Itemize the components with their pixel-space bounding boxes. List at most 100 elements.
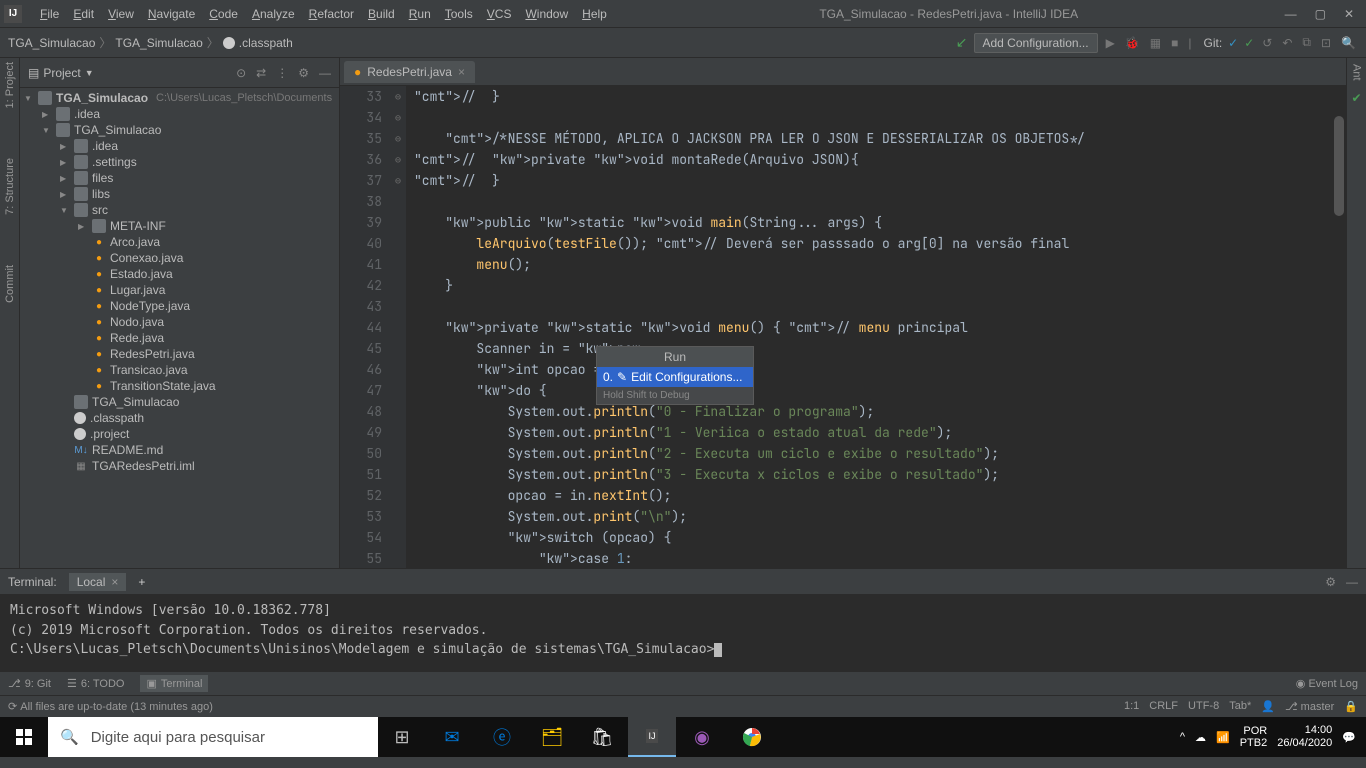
code-content[interactable]: "cmt">// } "cmt">/*NESSE MÉTODO, APLICA … [406,86,1366,568]
mail-icon[interactable]: ✉ [428,717,476,757]
run-popup-edit-config[interactable]: 0. ✎ Edit Configurations... [597,367,753,387]
stop-icon[interactable]: ■ [1169,36,1180,50]
menu-view[interactable]: View [102,5,140,23]
coverage-icon[interactable]: ▦ [1148,36,1163,50]
run-icon[interactable]: ▶ [1104,36,1117,50]
hide-icon[interactable]: — [319,66,331,80]
find-icon[interactable]: 🔍 [1339,36,1358,50]
vcs-revert-icon[interactable]: ↶ [1280,36,1294,50]
menu-window[interactable]: Window [519,5,574,23]
hide-icon[interactable]: — [1346,575,1358,589]
vcs-update-icon[interactable]: ✓ [1228,36,1238,50]
tree-row[interactable]: TGA_Simulacao [20,394,339,410]
search-icon[interactable]: ⊡ [1319,36,1333,50]
tree-row[interactable]: Arco.java [20,234,339,250]
taskbar-search[interactable]: 🔍 Digite aqui para pesquisar [48,717,378,757]
tool-todo[interactable]: ☰ 6: TODO [67,677,124,690]
explorer-icon[interactable]: 🗂 [528,717,576,757]
code-area[interactable]: 3334353637383940414243444546474849505152… [340,86,1366,568]
menu-analyze[interactable]: Analyze [246,5,301,23]
maximize-icon[interactable]: ▢ [1315,7,1326,21]
network-icon[interactable]: 📶 [1216,731,1230,744]
editor-tab[interactable]: ● RedesPetri.java × [344,61,475,83]
tree-row[interactable]: TransitionState.java [20,378,339,394]
edge-icon[interactable]: ⓔ [478,717,526,757]
tree-row[interactable]: ▶.settings [20,154,339,170]
lang-indicator[interactable]: PORPTB2 [1240,725,1268,749]
git-branch[interactable]: ⎇ master [1285,700,1334,713]
tree-row[interactable]: Lugar.java [20,282,339,298]
tree-row[interactable]: ▦TGARedesPetri.iml [20,458,339,474]
terminal-tab[interactable]: Local× [69,573,127,591]
tree-row[interactable]: ▶META-INF [20,218,339,234]
tool-commit[interactable]: Commit [4,265,16,303]
tray-chevron-icon[interactable]: ^ [1180,731,1185,743]
app-icon[interactable]: ◉ [678,717,726,757]
project-tree[interactable]: ▼ TGA_Simulacao C:\Users\Lucas_Pletsch\D… [20,88,339,568]
collapse-icon[interactable]: ⋮ [276,66,288,80]
terminal-body[interactable]: Microsoft Windows [versão 10.0.18362.778… [0,595,1366,671]
tree-row[interactable]: ▶.idea [20,138,339,154]
vcs-history-icon[interactable]: ↺ [1260,36,1274,50]
breadcrumb-item[interactable]: TGA_Simulacao [8,36,95,50]
lock-icon[interactable]: 🔒 [1344,700,1358,713]
menu-code[interactable]: Code [203,5,244,23]
task-view-icon[interactable]: ⊞ [378,717,426,757]
tab-close-icon[interactable]: × [111,575,118,589]
indent[interactable]: Tab* [1229,700,1251,713]
encoding[interactable]: UTF-8 [1188,700,1219,713]
event-log-button[interactable]: ◉ Event Log [1296,677,1358,690]
chrome-icon[interactable] [728,717,776,757]
menu-vcs[interactable]: VCS [481,5,518,23]
menu-edit[interactable]: Edit [67,5,100,23]
tool-terminal[interactable]: ▣ Terminal [140,675,208,692]
menu-refactor[interactable]: Refactor [303,5,360,23]
tree-row[interactable]: Nodo.java [20,314,339,330]
breadcrumb-item[interactable]: TGA_Simulacao [115,36,202,50]
tool-structure[interactable]: 7: Structure [4,158,16,215]
tree-row[interactable]: ▶files [20,170,339,186]
notifications-icon[interactable]: 💬 [1342,731,1356,744]
vcs-commit-icon[interactable]: ✓ [1244,36,1254,50]
tree-row[interactable]: Transicao.java [20,362,339,378]
tree-row[interactable]: NodeType.java [20,298,339,314]
locate-icon[interactable]: ⊙ [236,66,246,80]
build-icon[interactable]: ↙ [956,34,968,51]
tree-row[interactable]: RedesPetri.java [20,346,339,362]
tool-ant[interactable]: Ant [1351,64,1363,81]
tool-git[interactable]: ⎇ 9: Git [8,677,51,690]
tool-project[interactable]: 1: Project [4,62,16,108]
tree-row[interactable]: ▼TGA_Simulacao [20,122,339,138]
onedrive-icon[interactable]: ☁ [1195,731,1206,744]
vcs-diff-icon[interactable]: ⧉ [1300,35,1313,50]
menu-run[interactable]: Run [403,5,437,23]
menu-file[interactable]: File [34,5,65,23]
menu-help[interactable]: Help [576,5,613,23]
debug-icon[interactable]: 🐞 [1123,36,1142,50]
inspections-icon[interactable]: 👤 [1261,700,1275,713]
gear-icon[interactable]: ⚙ [298,66,309,80]
tree-row[interactable]: .classpath [20,410,339,426]
line-separator[interactable]: CRLF [1149,700,1178,713]
tree-row[interactable]: Conexao.java [20,250,339,266]
store-icon[interactable]: 🛍 [578,717,626,757]
breadcrumb-item[interactable]: .classpath [223,36,293,50]
tree-row[interactable]: Rede.java [20,330,339,346]
tree-row[interactable]: .project [20,426,339,442]
minimize-icon[interactable]: — [1285,7,1297,21]
tree-root[interactable]: ▼ TGA_Simulacao C:\Users\Lucas_Pletsch\D… [20,90,339,106]
close-icon[interactable]: ✕ [1344,7,1354,21]
start-button[interactable] [0,717,48,757]
tab-close-icon[interactable]: × [458,65,465,79]
tree-row[interactable]: ▶.idea [20,106,339,122]
tree-row[interactable]: Estado.java [20,266,339,282]
tree-row[interactable]: ▶libs [20,186,339,202]
clock[interactable]: 14:0026/04/2020 [1277,724,1332,750]
expand-icon[interactable]: ⇄ [256,66,266,80]
run-config-select[interactable]: Add Configuration... [974,33,1098,53]
menu-build[interactable]: Build [362,5,401,23]
intellij-icon[interactable]: IJ [628,717,676,757]
menu-navigate[interactable]: Navigate [142,5,201,23]
gear-icon[interactable]: ⚙ [1325,575,1336,589]
add-tab-icon[interactable]: + [138,575,145,589]
